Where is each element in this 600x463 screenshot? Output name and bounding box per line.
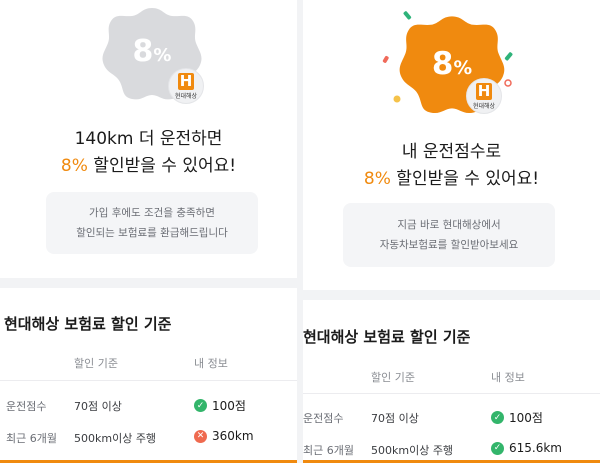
brand-h-icon: H (476, 81, 492, 100)
row-label-driving-score: 운전점수 (6, 400, 47, 413)
column-header-criteria: 할인 기준 (371, 371, 415, 384)
row-label-recent-6-months: 최근 6개월 (6, 432, 57, 445)
headline: 내 운전점수로 8% 할인받을 수 있어요! (303, 139, 600, 193)
x-circle-icon: ✕ (194, 429, 207, 443)
section-separator (0, 278, 297, 288)
row-value-driving-score: ✓ 100점 (491, 409, 543, 426)
info-note-box: 지금 바로 현대해상에서 자동차보험료를 할인받아보세요 (343, 203, 555, 267)
row-criteria-recent-6-months: 500km이상 주행 (371, 444, 454, 457)
row-value-recent-6-months: ✕ 360km (194, 429, 254, 443)
column-header-my-info: 내 정보 (491, 371, 525, 384)
brand-h-icon: H (178, 71, 194, 90)
row-criteria-driving-score: 70점 이상 (74, 400, 122, 413)
info-note-box: 가입 후에도 조건을 충족하면 할인되는 보험료를 환급해드립니다 (46, 192, 258, 254)
headline-line2: 8% 할인받을 수 있어요! (60, 156, 237, 176)
headline-line2: 8% 할인받을 수 있어요! (363, 169, 540, 189)
column-header-my-info: 내 정보 (194, 357, 228, 370)
table-divider (0, 380, 297, 381)
row-criteria-driving-score: 70점 이상 (371, 412, 419, 425)
check-circle-icon: ✓ (491, 441, 504, 455)
check-circle-icon: ✓ (194, 399, 207, 412)
row-label-recent-6-months: 최근 6개월 (303, 444, 354, 457)
section-title: 현대해상 보험료 할인 기준 (303, 328, 471, 346)
hyundai-marine-logo: H 현대해상 (466, 78, 502, 114)
headline-highlight: 8% (60, 156, 88, 176)
row-criteria-recent-6-months: 500km이상 주행 (74, 432, 157, 445)
row-label-driving-score: 운전점수 (303, 412, 344, 425)
headline-highlight: 8% (363, 169, 391, 189)
section-title: 현대해상 보험료 할인 기준 (4, 315, 172, 333)
left-result-screen: 8% H 현대해상 140km 더 운전하면 8% 할인받을 수 있어요! 가입… (0, 0, 297, 463)
check-circle-icon: ✓ (491, 411, 504, 424)
brand-logo-text: 현대해상 (174, 92, 198, 100)
section-separator (303, 290, 600, 300)
headline-line1: 140km 더 운전하면 (74, 129, 223, 149)
badge-percent-text: 8% (431, 46, 473, 82)
row-value-driving-score: ✓ 100점 (194, 397, 246, 414)
hyundai-marine-logo: H 현대해상 (168, 68, 204, 104)
table-divider (303, 393, 600, 394)
brand-logo-text: 현대해상 (472, 102, 496, 110)
row-value-recent-6-months: ✓ 615.6km (491, 441, 562, 455)
headline-line1: 내 운전점수로 (401, 142, 502, 162)
column-header-criteria: 할인 기준 (74, 357, 118, 370)
right-result-screen: 8% H 현대해상 내 운전점수로 8% 할인받을 수 있어요! 지금 바로 현… (303, 0, 600, 463)
headline: 140km 더 운전하면 8% 할인받을 수 있어요! (0, 126, 297, 180)
badge-percent-text: 8% (132, 34, 172, 69)
